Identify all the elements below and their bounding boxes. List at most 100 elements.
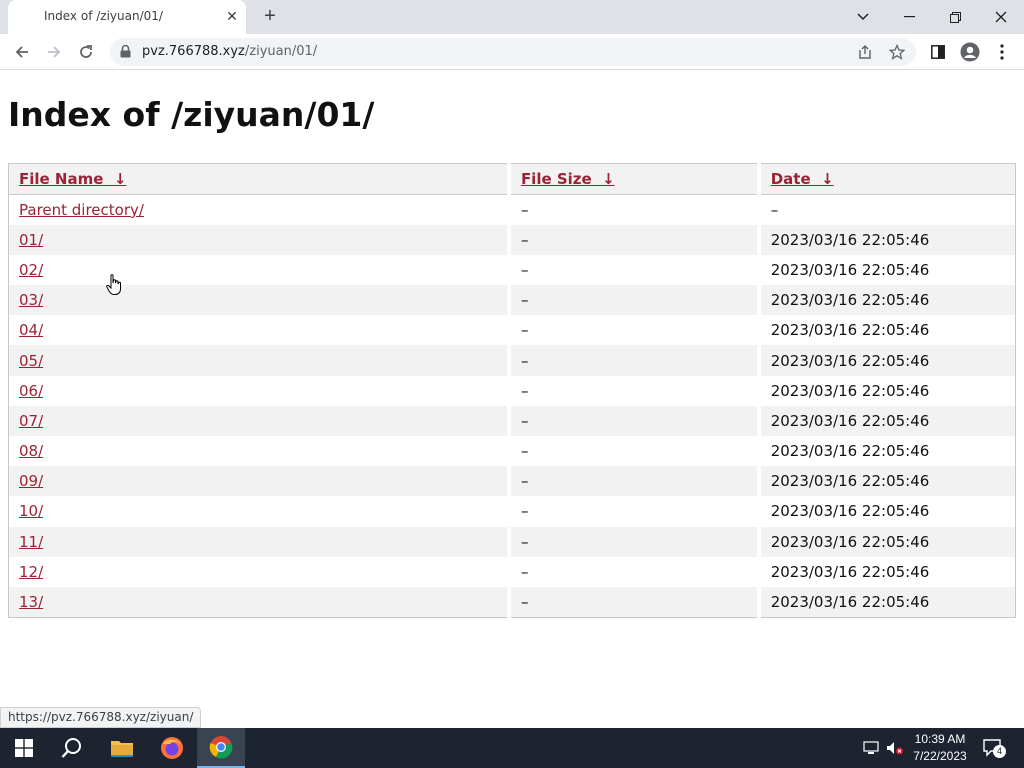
file-size: –	[506, 194, 759, 225]
file-date: –	[756, 194, 1016, 225]
header-date[interactable]: Date ↓	[756, 163, 1016, 195]
file-size: –	[506, 285, 759, 316]
table-row: 07/ –2023/03/16 22:05:46	[8, 405, 1016, 436]
file-date: 2023/03/16 22:05:46	[756, 315, 1016, 346]
file-link[interactable]: 07/	[19, 412, 43, 430]
file-date: 2023/03/16 22:05:46	[756, 375, 1016, 406]
file-date: 2023/03/16 22:05:46	[756, 285, 1016, 316]
browser-toolbar: pvz.766788.xyz/ziyuan/01/	[0, 34, 1024, 70]
network-icon[interactable]	[860, 728, 882, 768]
file-date: 2023/03/16 22:05:46	[756, 345, 1016, 376]
sort-arrow-icon: ↓	[602, 170, 615, 188]
file-explorer-icon[interactable]	[98, 728, 146, 768]
tab-close-icon[interactable]: ✕	[223, 7, 241, 25]
file-size: –	[506, 405, 759, 436]
sort-by-size-link[interactable]: File Size ↓	[521, 170, 615, 188]
windows-start-icon[interactable]	[0, 728, 48, 768]
file-date: 2023/03/16 22:05:46	[756, 405, 1016, 436]
url-text: pvz.766788.xyz/ziyuan/01/	[142, 44, 317, 59]
file-link[interactable]: 04/	[19, 321, 43, 339]
tab-search-chevron-icon[interactable]	[840, 0, 886, 34]
file-date: 2023/03/16 22:05:46	[756, 496, 1016, 527]
address-bar[interactable]: pvz.766788.xyz/ziyuan/01/	[110, 38, 916, 66]
table-row: 03/ –2023/03/16 22:05:46	[8, 285, 1016, 316]
table-row: 12/ –2023/03/16 22:05:46	[9, 556, 1016, 587]
file-link[interactable]: 08/	[19, 442, 43, 460]
file-link[interactable]: Parent directory/	[19, 201, 144, 219]
header-date-label: Date	[770, 170, 811, 188]
restore-button[interactable]	[932, 0, 978, 34]
tab-strip: Index of /ziyuan/01/ ✕ +	[0, 0, 1024, 34]
status-url-bubble: https://pvz.766788.xyz/ziyuan/	[0, 707, 202, 728]
page-content: Index of /ziyuan/01/ File Name ↓ File Si…	[0, 71, 1024, 728]
file-size: –	[506, 526, 759, 557]
notification-center-icon[interactable]: 4	[980, 728, 1006, 768]
windows-taskbar: 10:39 AM 7/22/2023 4	[0, 728, 1024, 768]
file-size: –	[506, 586, 759, 618]
url-path: /ziyuan/01/	[244, 44, 318, 59]
table-row: 10/ –2023/03/16 22:05:46	[9, 496, 1016, 527]
url-host: pvz.766788.xyz	[142, 44, 245, 59]
file-link[interactable]: 13/	[19, 593, 43, 611]
file-link[interactable]: 12/	[19, 563, 43, 581]
side-panel-icon[interactable]	[924, 38, 952, 66]
chrome-icon[interactable]	[197, 728, 245, 768]
tab-title: Index of /ziyuan/01/	[44, 9, 163, 23]
hand-cursor-icon	[106, 274, 121, 295]
file-link[interactable]: 09/	[19, 472, 43, 490]
sort-arrow-icon: ↓	[821, 170, 834, 188]
file-date: 2023/03/16 22:05:46	[756, 586, 1016, 618]
bookmark-star-icon[interactable]	[887, 42, 907, 62]
clock-date: 7/22/2023	[913, 749, 967, 763]
reload-icon[interactable]	[72, 38, 100, 66]
file-link[interactable]: 06/	[19, 382, 43, 400]
minimize-button[interactable]	[886, 0, 932, 34]
file-link[interactable]: 01/	[19, 231, 43, 249]
sort-by-date-link[interactable]: Date ↓	[771, 170, 834, 188]
table-row: 04/ –2023/03/16 22:05:46	[9, 315, 1016, 346]
sort-by-name-link[interactable]: File Name ↓	[19, 170, 126, 188]
file-date: 2023/03/16 22:05:46	[756, 436, 1016, 467]
lock-icon[interactable]	[120, 44, 131, 63]
table-row: 06/ –2023/03/16 22:05:46	[9, 375, 1016, 406]
new-tab-button[interactable]: +	[258, 5, 282, 29]
file-size: –	[506, 345, 759, 376]
system-clock[interactable]: 10:39 AM 7/22/2023	[900, 731, 980, 765]
forward-arrow-icon[interactable]	[40, 38, 68, 66]
file-date: 2023/03/16 22:05:46	[756, 556, 1016, 587]
table-row: Parent directory/ – –	[9, 194, 1016, 225]
table-row: 13/ –2023/03/16 22:05:46	[8, 586, 1016, 618]
table-header-row: File Name ↓ File Size ↓ Date ↓	[8, 163, 1016, 195]
file-size: –	[506, 224, 759, 255]
file-link[interactable]: 05/	[19, 352, 43, 370]
file-size: –	[506, 375, 759, 406]
share-icon[interactable]	[855, 42, 875, 62]
table-row: 09/ –2023/03/16 22:05:46	[8, 466, 1016, 497]
header-size-label: File Size	[520, 170, 592, 188]
file-size: –	[506, 436, 759, 467]
tab-active[interactable]: Index of /ziyuan/01/ ✕	[8, 0, 246, 34]
file-link[interactable]: 11/	[19, 533, 43, 551]
file-size: –	[506, 315, 759, 346]
clock-time: 10:39 AM	[914, 732, 966, 746]
close-window-button[interactable]	[978, 0, 1024, 34]
firefox-icon[interactable]	[148, 728, 196, 768]
file-link[interactable]: 02/	[19, 261, 43, 279]
file-date: 2023/03/16 22:05:46	[756, 254, 1016, 286]
table-row: 08/ –2023/03/16 22:05:46	[9, 436, 1016, 467]
page-title: Index of /ziyuan/01/	[8, 95, 375, 134]
file-link[interactable]: 10/	[19, 502, 43, 520]
table-row: 02/ –2023/03/16 22:05:46	[9, 254, 1016, 286]
file-link[interactable]: 03/	[19, 291, 43, 309]
header-name-label: File Name	[19, 170, 104, 188]
table-row: 05/ –2023/03/16 22:05:46	[8, 345, 1016, 376]
header-file-size[interactable]: File Size ↓	[506, 163, 759, 195]
profile-avatar-icon[interactable]	[956, 38, 984, 66]
header-file-name[interactable]: File Name ↓	[8, 163, 509, 195]
file-date: 2023/03/16 22:05:46	[756, 224, 1016, 255]
file-table: File Name ↓ File Size ↓ Date ↓ Parent di…	[8, 163, 1016, 618]
notification-count-badge: 4	[993, 745, 1006, 758]
search-icon[interactable]	[48, 728, 96, 768]
menu-kebab-icon[interactable]	[988, 38, 1016, 66]
back-arrow-icon[interactable]	[8, 38, 36, 66]
